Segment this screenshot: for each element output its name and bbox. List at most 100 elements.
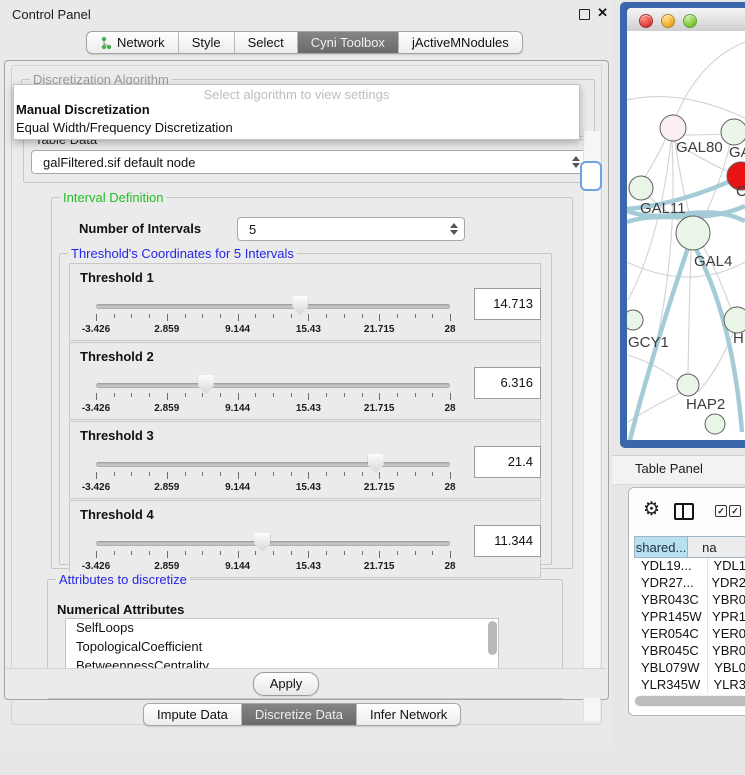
- slider-tick-label: 21.715: [364, 324, 395, 335]
- table-row[interactable]: YBR043CYBR0: [634, 592, 745, 609]
- slider-tick: [96, 551, 97, 558]
- gear-icon[interactable]: ⚙: [643, 500, 660, 519]
- table-hscrollbar-track[interactable]: [634, 695, 745, 707]
- panel-scrollbar-track[interactable]: [583, 131, 600, 721]
- network-node-label: C: [736, 183, 745, 200]
- slider-tick: [131, 314, 132, 318]
- network-node[interactable]: [676, 216, 710, 250]
- threshold-slider-track[interactable]: [96, 304, 450, 309]
- attribute-list-item[interactable]: SelfLoops: [66, 619, 498, 638]
- table-data-combobox[interactable]: galFiltered.sif default node: [31, 150, 587, 174]
- threshold-slider-thumb[interactable]: [254, 533, 270, 552]
- threshold-value-field[interactable]: 21.4: [474, 446, 541, 478]
- tab-label: Network: [117, 35, 165, 50]
- table-body: YDL19...YDL1YDR27...YDR2YBR043CYBR0YPR14…: [634, 558, 745, 693]
- slider-tick: [326, 314, 327, 318]
- number-of-intervals-label: Number of Intervals: [79, 221, 201, 236]
- tab-label: Cyni Toolbox: [311, 35, 385, 50]
- slider-tick-label: 15.43: [296, 561, 321, 572]
- threshold-value-field[interactable]: 11.344: [474, 525, 541, 557]
- split-panel-icon[interactable]: [674, 503, 694, 520]
- network-node[interactable]: [721, 119, 745, 145]
- slider-tick-label: 15.43: [296, 403, 321, 414]
- attributes-group-title: Attributes to discretize: [56, 572, 190, 587]
- slider-tick: [185, 393, 186, 397]
- table-cell: YBL0: [707, 660, 745, 677]
- threshold-slider-track[interactable]: [96, 462, 450, 467]
- table-cell: YPR1: [705, 609, 745, 626]
- slider-tick: [308, 551, 309, 558]
- threshold-value-field[interactable]: 6.316: [474, 367, 541, 399]
- control-panel: Control Panel ✕ Network StyleSelect Cyni T…: [0, 0, 612, 745]
- close-traffic-light-icon[interactable]: [639, 14, 653, 28]
- tab-jactivemnodules[interactable]: jActiveMNodules: [398, 32, 522, 53]
- attribute-list-item[interactable]: TopologicalCoefficient: [66, 638, 498, 657]
- list-scrollbar[interactable]: [488, 621, 497, 655]
- tab-style[interactable]: Style: [178, 32, 234, 53]
- threshold-value-field[interactable]: 14.713: [474, 288, 541, 320]
- table-row[interactable]: YBL079WYBL0: [634, 660, 745, 677]
- threshold-slider-track[interactable]: [96, 541, 450, 546]
- panel-title: Control Panel: [12, 7, 91, 22]
- table-row[interactable]: YDL19...YDL1: [634, 558, 745, 575]
- number-of-intervals-value: 5: [249, 222, 256, 237]
- tab-select[interactable]: Select: [234, 32, 297, 53]
- table-row[interactable]: YBR045CYBR0: [634, 643, 745, 660]
- checkbox-checked-icon[interactable]: ✓: [715, 505, 727, 517]
- network-node[interactable]: [627, 310, 643, 330]
- slider-tick: [202, 393, 203, 397]
- close-icon[interactable]: ✕: [597, 5, 608, 21]
- network-window-titlebar: [627, 8, 745, 32]
- network-node[interactable]: [705, 414, 725, 434]
- minimize-traffic-light-icon[interactable]: [661, 14, 675, 28]
- table-cell: YDL19...: [634, 558, 706, 575]
- slider-tick: [326, 551, 327, 555]
- tab-cyni-toolbox[interactable]: Cyni Toolbox: [297, 32, 398, 53]
- network-node[interactable]: [660, 115, 686, 141]
- slider-tick: [379, 551, 380, 558]
- network-edge: [688, 250, 691, 374]
- slider-tick: [114, 472, 115, 476]
- float-window-icon[interactable]: [579, 9, 590, 20]
- threshold-slider-thumb[interactable]: [368, 454, 384, 473]
- slider-tick: [131, 551, 132, 555]
- apply-button[interactable]: Apply: [253, 672, 319, 696]
- column-divider: [707, 558, 708, 693]
- table-row[interactable]: YER054CYER0: [634, 626, 745, 643]
- tab-infer-network[interactable]: Infer Network: [356, 704, 460, 725]
- slider-tick-label: 28: [444, 403, 455, 414]
- threshold-label: Threshold 1: [80, 270, 154, 285]
- table-row[interactable]: YDR27...YDR2: [634, 575, 745, 592]
- algorithm-option[interactable]: Equal Width/Frequency Discretization: [16, 120, 233, 135]
- table-cell: YBR043C: [634, 592, 705, 609]
- threshold-slider-thumb[interactable]: [292, 296, 308, 315]
- algorithm-option[interactable]: Manual Discretization: [16, 102, 150, 117]
- algorithm-combobox[interactable]: [580, 161, 602, 191]
- tab-impute-data[interactable]: Impute Data: [144, 704, 241, 725]
- network-node[interactable]: [677, 374, 699, 396]
- slider-tick: [238, 472, 239, 479]
- tab-network[interactable]: Network: [87, 32, 178, 53]
- network-canvas[interactable]: GAL80GACGAL11GAL4GCY1HHAP2: [627, 31, 745, 440]
- column-header-shared-name[interactable]: shared...: [634, 536, 688, 558]
- slider-tick-label: 9.144: [225, 324, 250, 335]
- combobox-arrows-icon: [449, 223, 457, 235]
- slider-tick: [220, 472, 221, 476]
- combobox-arrows-icon: [571, 156, 579, 168]
- slider-tick: [255, 551, 256, 555]
- slider-tick: [432, 472, 433, 476]
- table-hscrollbar-thumb[interactable]: [635, 696, 745, 706]
- table-row[interactable]: YPR145WYPR1: [634, 609, 745, 626]
- threshold-slider-track[interactable]: [96, 383, 450, 388]
- zoom-traffic-light-icon[interactable]: [683, 14, 697, 28]
- tab-discretize-data[interactable]: Discretize Data: [241, 704, 356, 725]
- column-header-name[interactable]: na: [688, 536, 745, 558]
- numerical-attributes-list[interactable]: SelfLoopsTopologicalCoefficientBetweenne…: [65, 618, 499, 670]
- slider-tick-label: 9.144: [225, 482, 250, 493]
- slider-tick: [273, 314, 274, 318]
- checkbox-checked-icon[interactable]: ✓: [729, 505, 741, 517]
- network-node[interactable]: [629, 176, 653, 200]
- threshold-slider-thumb[interactable]: [198, 375, 214, 394]
- table-row[interactable]: YLR345WYLR3: [634, 677, 745, 693]
- number-of-intervals-combobox[interactable]: 5: [237, 217, 465, 241]
